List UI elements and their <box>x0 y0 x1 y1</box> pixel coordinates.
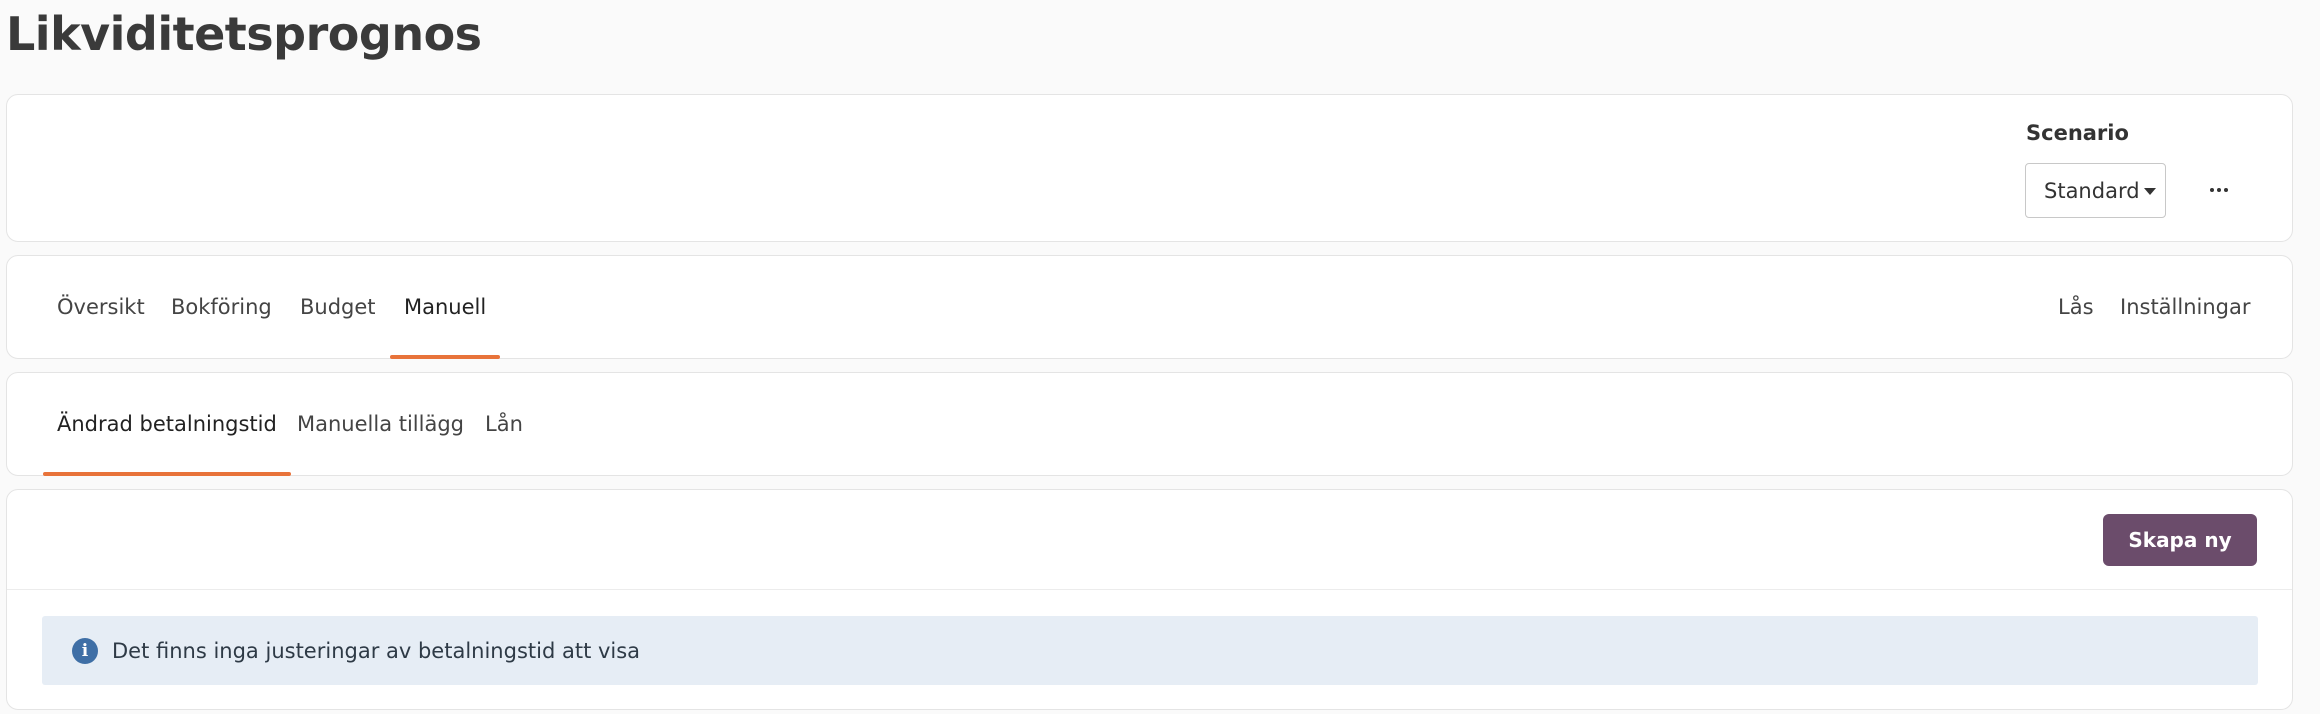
tab-bokforing[interactable]: Bokföring <box>171 256 272 358</box>
tab-oversikt[interactable]: Översikt <box>57 256 145 358</box>
create-new-button[interactable]: Skapa ny <box>2103 514 2257 566</box>
info-circle-icon: i <box>72 637 98 664</box>
tab-manuell[interactable]: Manuell <box>390 256 501 359</box>
tab-las[interactable]: Lås <box>2058 256 2094 358</box>
content-toolbar: Skapa ny <box>7 490 2292 590</box>
more-options-button[interactable] <box>2199 173 2239 207</box>
scenario-select-value: Standard <box>2044 178 2140 203</box>
active-subtab-indicator <box>43 472 291 476</box>
subtab-manuella-tillagg[interactable]: Manuella tillägg <box>297 373 464 475</box>
caret-down-icon <box>2144 188 2156 195</box>
ellipsis-icon <box>2210 188 2214 192</box>
active-tab-indicator <box>390 355 501 359</box>
info-message: Det finns inga justeringar av betalnings… <box>112 638 641 663</box>
tab-budget[interactable]: Budget <box>300 256 376 358</box>
page-title: Likviditetsprognos <box>6 7 482 61</box>
scenario-select[interactable]: Standard <box>2025 163 2166 218</box>
tab-installningar[interactable]: Inställningar <box>2120 256 2251 358</box>
scenario-label: Scenario <box>2026 121 2129 145</box>
sub-tabs: Ändrad betalningstid Manuella tillägg Lå… <box>6 372 2293 476</box>
main-tabs: Översikt Bokföring Budget Manuell Lås In… <box>6 255 2293 359</box>
scenario-card: Scenario Standard <box>6 94 2293 242</box>
info-banner: i Det finns inga justeringar av betalnin… <box>42 616 2258 685</box>
subtab-andrad-betalningstid[interactable]: Ändrad betalningstid <box>43 373 291 476</box>
content-card: Skapa ny i Det finns inga justeringar av… <box>6 489 2293 710</box>
subtab-lan[interactable]: Lån <box>485 373 523 475</box>
